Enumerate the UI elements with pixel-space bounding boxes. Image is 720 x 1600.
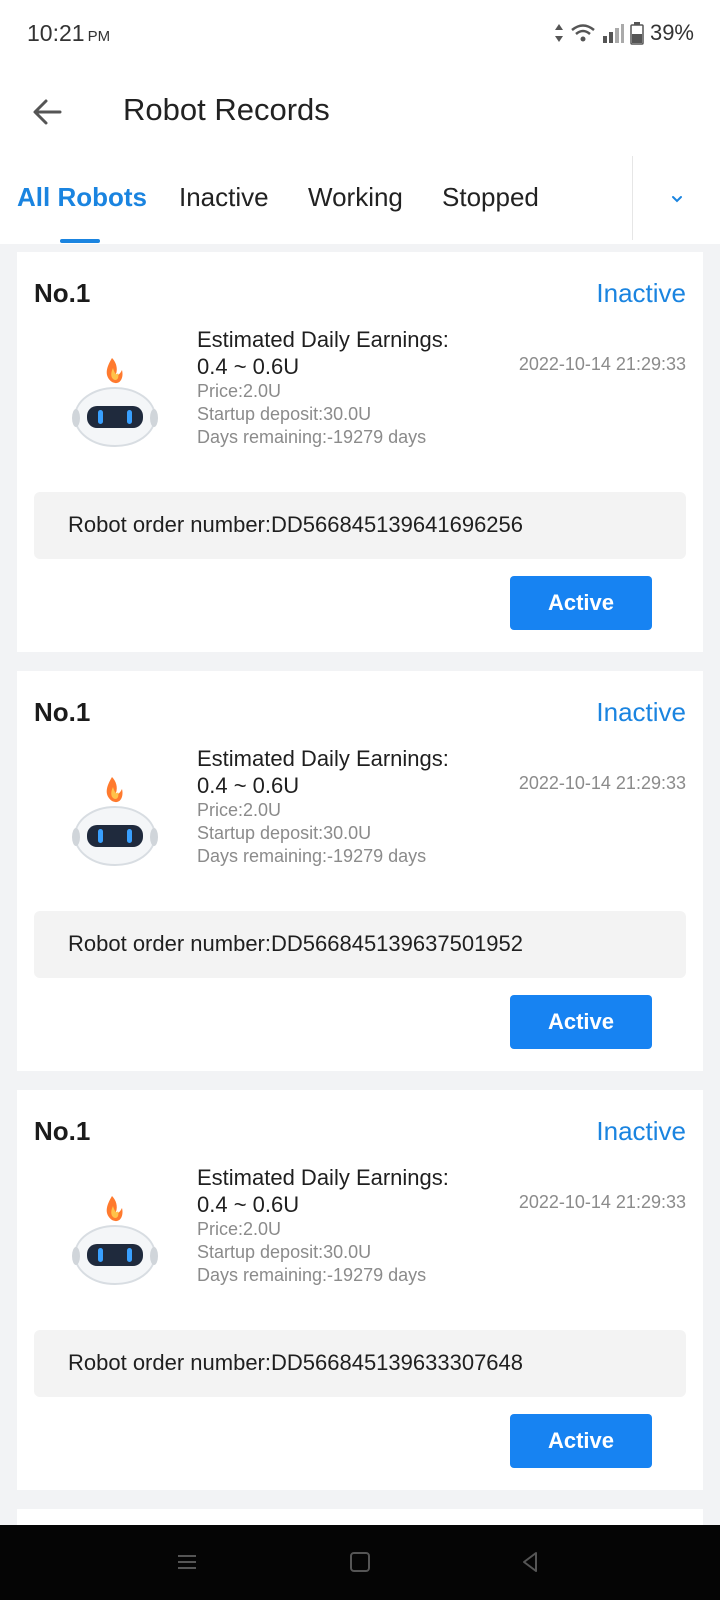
price-text: Price:2.0U [197,381,282,401]
card-info: Estimated Daily Earnings: 0.4 ~ 0.6U Pri… [197,1164,497,1287]
status-time: 10:21 PM [27,20,110,47]
back-button[interactable] [28,92,68,132]
nav-back-button[interactable] [515,1547,545,1577]
order-number-box: Robot order number:DD566845139637501952 [34,911,686,978]
system-nav-bar [0,1525,720,1600]
page-title: Robot Records [123,92,330,127]
days-remaining-text: Days remaining:-19279 days [197,427,427,447]
tab-stopped[interactable]: Stopped [442,182,539,213]
data-arrows-icon [554,24,563,42]
status-icons: 39% [554,20,694,46]
back-triangle-icon [523,1552,537,1572]
card-number: No.1 [34,278,91,308]
estimated-earnings-value: 0.4 ~ 0.6U [197,1192,300,1217]
order-number-box: Robot order number:DD566845139641696256 [34,492,686,559]
price-text: Price:2.0U [197,1219,282,1239]
robot-card: No.1 Inactive Estimated Daily Earnings: … [17,252,703,652]
card-number: No.1 [34,697,91,727]
tab-inactive[interactable]: Inactive [179,182,269,213]
estimated-earnings-value: 0.4 ~ 0.6U [197,773,300,798]
days-remaining-text: Days remaining:-19279 days [197,846,427,866]
order-number-text: Robot order number:DD566845139633307648 [68,1350,524,1375]
order-number-box: Robot order number:DD566845139633307648 [34,1330,686,1397]
card-date: 2022-10-14 21:29:33 [518,773,686,793]
startup-deposit-text: Startup deposit:30.0U [197,404,372,424]
home-button[interactable] [345,1547,375,1577]
estimated-earnings-label: Estimated Daily Earnings: [197,327,449,352]
signal-icon [602,24,624,43]
order-number-text: Robot order number:DD566845139637501952 [68,931,524,956]
card-date: 2022-10-14 21:29:33 [518,354,686,374]
home-icon [350,1552,370,1572]
active-button[interactable]: Active [510,995,652,1049]
chevron-down-icon [672,196,682,203]
tab-active-indicator [60,239,100,243]
status-time-ampm: PM [87,28,111,45]
header: Robot Records [0,68,720,156]
startup-deposit-text: Startup deposit:30.0U [197,1242,372,1262]
tabs-dropdown-button[interactable] [664,186,690,212]
robot-card: No.1 Inactive Estimated Daily Earnings: … [17,1090,703,1490]
status-time-value: 10:21 [27,20,85,46]
status-bar: 10:21 PM 39% [0,0,720,68]
card-status: Inactive [596,278,686,308]
tab-working[interactable]: Working [308,182,403,213]
robot-icon [72,1196,158,1285]
filter-tabs: All Robots Inactive Working Stopped [0,156,720,244]
estimated-earnings-label: Estimated Daily Earnings: [197,1165,449,1190]
robot-card: No.1 Inactive Estimated Daily Earnings: … [17,671,703,1071]
battery-icon [630,22,644,45]
order-number-text: Robot order number:DD566845139641696256 [68,512,524,537]
card-info: Estimated Daily Earnings: 0.4 ~ 0.6U Pri… [197,745,497,868]
card-date: 2022-10-14 21:29:33 [518,1192,686,1212]
battery-percent: 39% [649,20,694,45]
arrow-left-icon [33,99,62,125]
price-text: Price:2.0U [197,800,282,820]
wifi-icon [571,24,595,42]
startup-deposit-text: Startup deposit:30.0U [197,823,372,843]
card-info: Estimated Daily Earnings: 0.4 ~ 0.6U Pri… [197,326,497,449]
tab-all-robots[interactable]: All Robots [17,182,147,213]
robot-icon [72,358,158,447]
active-button[interactable]: Active [510,576,652,630]
recents-button[interactable] [172,1547,202,1577]
days-remaining-text: Days remaining:-19279 days [197,1265,427,1285]
active-button[interactable]: Active [510,1414,652,1468]
estimated-earnings-value: 0.4 ~ 0.6U [197,354,300,379]
menu-icon [178,1555,196,1569]
card-number: No.1 [34,1116,91,1146]
estimated-earnings-label: Estimated Daily Earnings: [197,746,449,771]
robot-icon [72,777,158,866]
tabs-divider [632,156,633,240]
card-status: Inactive [596,1116,686,1146]
card-status: Inactive [596,697,686,727]
